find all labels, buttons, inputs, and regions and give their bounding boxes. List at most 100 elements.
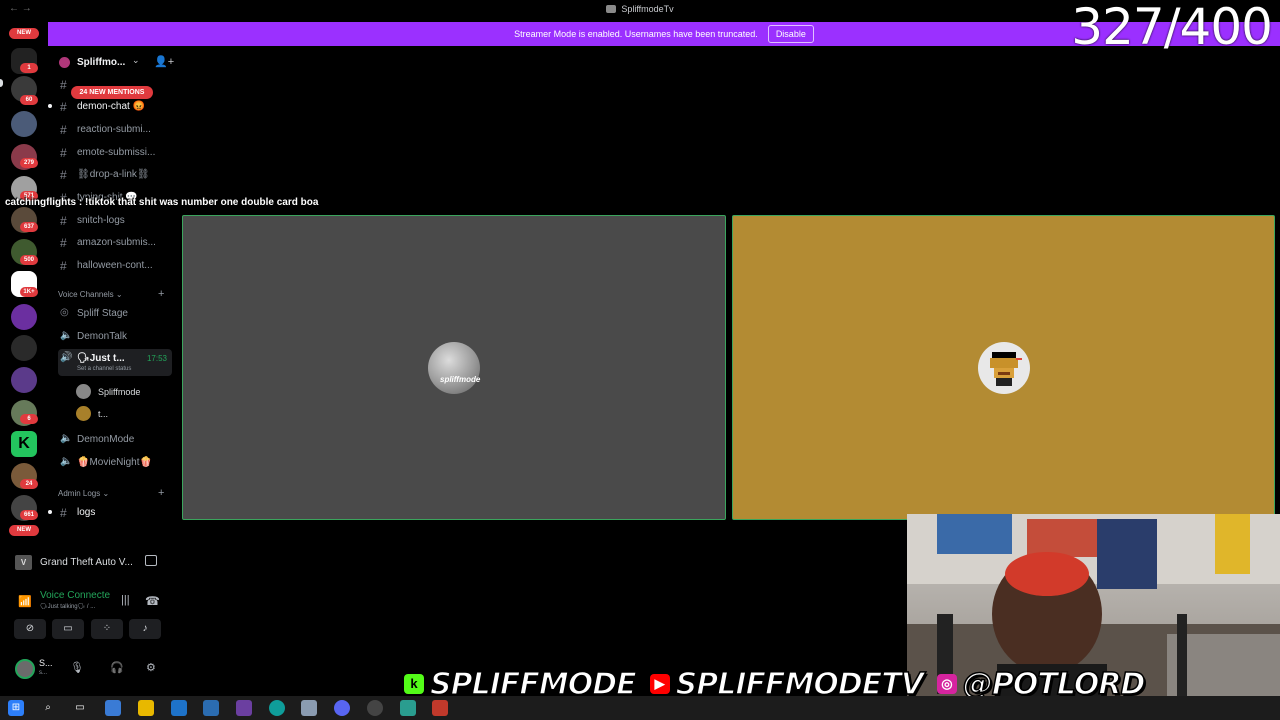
speaker-icon: 🔈 [60, 456, 73, 467]
chat-username: catchingflights [5, 197, 77, 208]
voice-channel-item[interactable]: ◎ Spliff Stage [58, 304, 172, 324]
server-icon[interactable] [11, 111, 37, 137]
app-icon[interactable] [432, 700, 448, 716]
add-channel-icon[interactable]: + [158, 288, 164, 300]
file-explorer-icon[interactable] [138, 700, 154, 716]
channel-item[interactable]: # reaction-submi... [60, 121, 172, 139]
game-icon: V [15, 555, 32, 570]
video-tile[interactable] [732, 215, 1275, 520]
channel-item[interactable]: # emote-submissi... [60, 144, 172, 162]
app-icon[interactable] [400, 700, 416, 716]
user-name: S... [39, 658, 53, 668]
category-admin-logs[interactable]: Admin Logs ⌄ + [58, 487, 164, 499]
hash-icon: # [60, 259, 67, 273]
copilot-icon[interactable] [105, 700, 121, 716]
channel-item[interactable]: # ⛓drop-a-link⛓ [60, 166, 172, 184]
app-icon[interactable] [301, 700, 317, 716]
gear-icon[interactable]: ⚙ [146, 661, 156, 674]
headphones-icon[interactable]: 🎧 [110, 661, 124, 674]
mention-badge: 1K+ [20, 287, 38, 297]
mention-badge: 279 [20, 158, 38, 168]
hash-icon: # [60, 123, 67, 137]
windows-taskbar: ⊞ ⌕ ▭ [0, 696, 1280, 720]
channel-item[interactable]: # amazon-submis... [60, 234, 172, 252]
server-header[interactable]: Spliffmo... ⌄ 👤+ [48, 54, 175, 72]
mention-badge: 6 [20, 414, 38, 424]
video-tile-speaking[interactable]: spliffmode [182, 215, 726, 520]
new-mentions-pill[interactable]: 24 NEW MENTIONS [71, 86, 153, 99]
chevron-down-icon[interactable]: ⌄ [132, 55, 140, 66]
stage-icon: ◎ [60, 307, 69, 318]
screen-share-icon[interactable] [145, 555, 157, 566]
activities-button[interactable]: ⁘ [91, 619, 123, 639]
camera-off-button[interactable]: ⊘ [14, 619, 46, 639]
voice-connected-label[interactable]: Voice Connecte [40, 590, 110, 601]
noise-suppression-icon[interactable]: ||| [121, 594, 130, 606]
voice-channel-item[interactable]: 🔈 DemonMode [58, 430, 172, 450]
avatar[interactable] [15, 659, 35, 679]
follower-goal-counter: 327/400 [1071, 0, 1273, 56]
start-icon[interactable]: ⊞ [8, 700, 24, 716]
microphone-icon[interactable]: 🎙 [70, 661, 84, 674]
soundboard-button[interactable]: ♪ [129, 619, 161, 639]
activity-panel[interactable]: V Grand Theft Auto V... [6, 551, 170, 575]
hash-icon: # [60, 100, 67, 114]
pixel-avatar-icon [989, 351, 1022, 386]
voice-channel-subtitle[interactable]: 🗣Just talking🗣 / ... [40, 603, 95, 610]
channel-status[interactable]: Set a channel status [77, 366, 131, 372]
new-pill-top[interactable]: NEW [9, 28, 39, 39]
hash-icon: # [60, 506, 67, 520]
server-icon[interactable] [11, 367, 37, 393]
avatar [76, 384, 91, 399]
new-pill-bottom[interactable]: NEW [9, 525, 39, 536]
voice-timer: 17:53 [146, 354, 167, 363]
channel-item[interactable]: # logs [48, 504, 172, 522]
user-status: s... [39, 670, 48, 676]
hash-icon: # [60, 236, 67, 250]
disconnect-icon[interactable]: ☎ [145, 594, 160, 608]
mention-badge: 500 [20, 255, 38, 265]
app-icon[interactable] [236, 700, 252, 716]
voice-channel-item[interactable]: 🔈 🍿MovieNight🍿 [58, 453, 172, 473]
mention-badge: 24 [20, 479, 38, 489]
mention-badge: 661 [20, 510, 38, 520]
task-view-icon[interactable]: ▭ [72, 700, 88, 716]
signal-icon[interactable]: 📶 [18, 595, 32, 608]
unread-dot [48, 104, 52, 108]
mail-icon[interactable] [171, 700, 187, 716]
speaker-icon: 🔈 [60, 330, 73, 341]
mention-badge: 637 [20, 222, 38, 232]
stream-chat-message: catchingflights : !tiktok that shit was … [5, 197, 319, 208]
channel-item[interactable]: # snitch-logs [60, 212, 172, 230]
youtube-icon: ▶ [649, 674, 670, 694]
server-icon[interactable] [11, 335, 37, 361]
voice-channel-item[interactable]: 🔈 DemonTalk [58, 327, 172, 347]
kick-server-icon[interactable]: K [11, 431, 37, 457]
obs-icon[interactable] [367, 700, 383, 716]
category-voice-channels[interactable]: Voice Channels ⌄ + [58, 288, 164, 300]
disable-streamer-mode-button[interactable]: Disable [767, 25, 814, 43]
add-channel-icon[interactable]: + [158, 487, 164, 499]
hash-icon: # [60, 214, 67, 228]
search-icon[interactable]: ⌕ [40, 700, 56, 716]
avatar: spliffmode [428, 341, 480, 394]
voice-channel-item-active[interactable]: 🔊 🗣Just t... 17:53 Set a channel status [58, 349, 172, 376]
hash-icon: # [60, 78, 67, 92]
channel-item[interactable]: # halloween-cont... [60, 257, 172, 275]
hash-icon: # [60, 146, 67, 160]
channel-item[interactable]: # demon-chat 😡 [48, 98, 172, 116]
chat-text: !tiktok that shit was number one double … [85, 197, 319, 208]
server-icon[interactable] [11, 304, 37, 330]
discord-icon[interactable] [334, 700, 350, 716]
invite-people-icon[interactable]: 👤+ [154, 55, 174, 68]
store-icon[interactable] [203, 700, 219, 716]
channel-sidebar: Spliffmo... ⌄ 👤+ # # demon-chat 😡 # reacti… [48, 46, 175, 546]
screen-share-button[interactable]: ▭ [52, 619, 84, 639]
voice-connection-panel: 📶 Voice Connecte 🗣Just talking🗣 / ... ||… [6, 585, 170, 645]
kick-icon: k [404, 674, 424, 694]
edge-icon[interactable] [269, 700, 285, 716]
unread-pip [0, 79, 3, 87]
server-icon-small [59, 57, 70, 68]
mention-badge: 60 [20, 95, 38, 105]
user-panel: S... s... 🎙 🎧 ⚙ [6, 655, 170, 683]
